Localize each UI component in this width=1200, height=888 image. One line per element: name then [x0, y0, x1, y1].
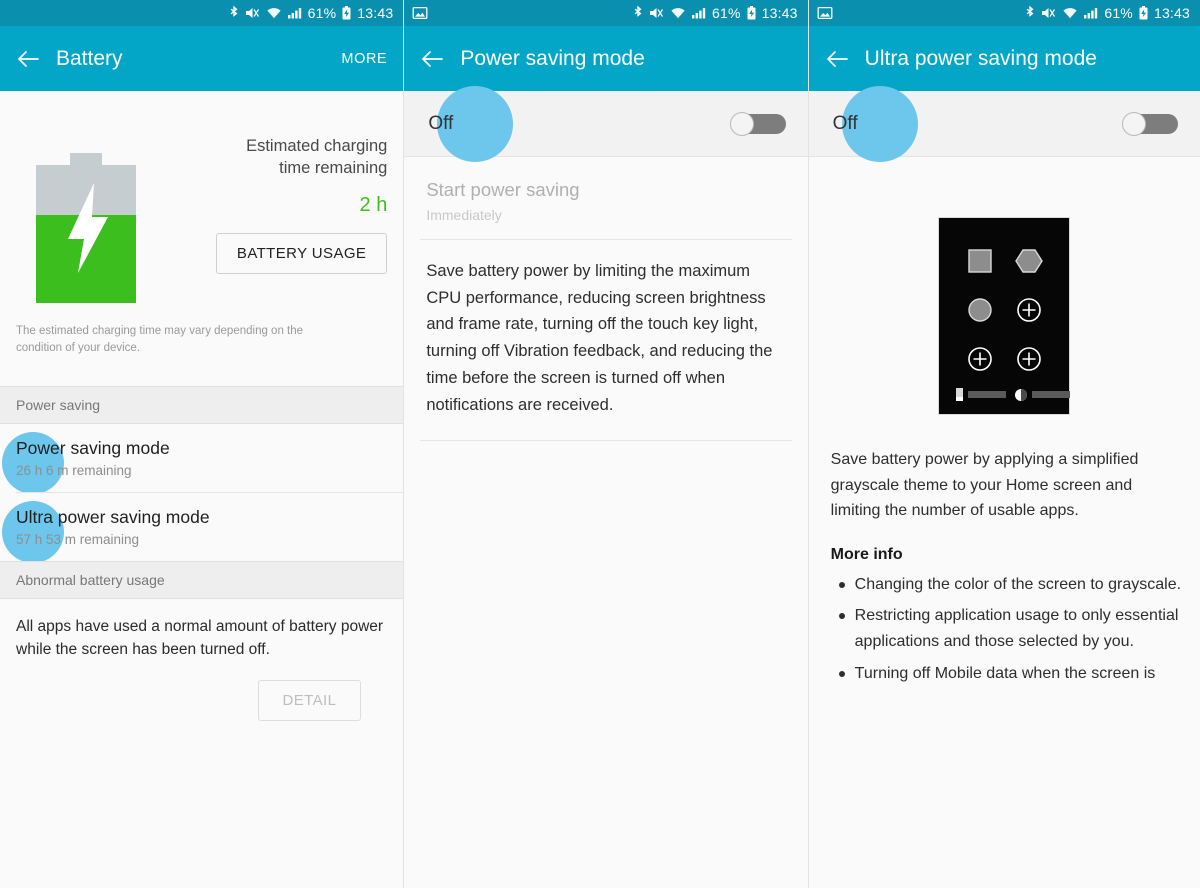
circle-app-icon [968, 297, 992, 322]
battery-percent-label: 61% [1104, 5, 1133, 21]
mute-icon [649, 8, 663, 18]
status-bar-right-icons: 61% 13:43 [1024, 5, 1190, 21]
mockup-pie-icon [1015, 388, 1028, 401]
toggle-state-label: Off [832, 112, 858, 134]
status-bar-left-icons [412, 5, 428, 21]
bluetooth-icon [634, 5, 642, 17]
bluetooth-icon [1026, 5, 1034, 17]
square-app-icon [968, 248, 992, 273]
more-info-heading: More info [830, 545, 903, 563]
battery-charging-icon [1139, 6, 1148, 20]
battery-percent-label: 61% [711, 5, 741, 21]
status-bar-left-icons [817, 5, 833, 21]
power-saving-description: Save battery power by limiting the maxim… [426, 262, 773, 414]
add-app-icon [1017, 346, 1041, 371]
status-bar-panel1: 61% 13:43 [0, 0, 404, 26]
wifi-icon [267, 8, 281, 19]
screen-ultra-power-saving-mode: 61% 13:43 Ultra power saving mode Off Sa… [807, 0, 1200, 888]
battery-icon-wrap [16, 131, 156, 305]
app-bar-panel2: Power saving mode [404, 26, 808, 91]
battery-note-text: The estimated charging time may vary dep… [16, 325, 304, 354]
back-arrow-icon[interactable] [16, 49, 40, 69]
battery-percent-label: 61% [307, 5, 337, 21]
status-bar-right-icons: 61% 13:43 [228, 5, 394, 21]
screen-power-saving-mode: 61% 13:43 Power saving mode Off Start po… [403, 0, 808, 888]
mockup-app-grid [955, 236, 1053, 383]
back-arrow-icon[interactable] [825, 49, 849, 69]
section-header-abnormal-usage: Abnormal battery usage [0, 561, 404, 599]
battery-charging-illustration-icon [36, 153, 136, 303]
power-saving-switch[interactable] [729, 111, 786, 136]
list-item-subtitle: 57 h 53 m remaining [16, 532, 140, 547]
more-info-bullet-list: Changing the color of the screen to gray… [809, 568, 1200, 686]
estimated-time-value: 2 h [359, 193, 388, 216]
mute-icon [1042, 8, 1056, 18]
page-title: Power saving mode [460, 46, 645, 70]
screenshot-icon [817, 6, 833, 20]
power-saving-body: Start power saving Immediately Save batt… [404, 157, 808, 442]
list-item-subtitle: 26 h 6 m remaining [16, 463, 132, 478]
detail-button[interactable]: DETAIL [257, 679, 362, 721]
clock-label: 13:43 [761, 5, 798, 21]
abnormal-usage-text: All apps have used a normal amount of ba… [16, 618, 384, 659]
list-item: Restricting application usage to only es… [838, 603, 1182, 654]
signal-icon [1084, 8, 1098, 19]
estimated-charging-label-line1: Estimated charging [246, 137, 388, 155]
battery-summary-card: Estimated charging time remaining 2 h BA… [0, 91, 404, 386]
bluetooth-icon [230, 5, 238, 17]
back-arrow-icon[interactable] [420, 49, 444, 69]
start-power-saving-title: Start power saving [426, 179, 580, 200]
ultra-power-saving-switch[interactable] [1122, 111, 1178, 136]
switch-knob [729, 111, 754, 136]
mockup-bar [1032, 391, 1071, 398]
list-item-title: Ultra power saving mode [16, 507, 210, 527]
battery-charging-icon [342, 6, 351, 20]
mute-icon [245, 8, 259, 18]
hexagon-app-icon [1014, 248, 1043, 273]
mockup-battery-icon [956, 388, 964, 401]
abnormal-usage-block: All apps have used a normal amount of ba… [0, 599, 404, 721]
status-bar-panel3: 61% 13:43 [808, 0, 1200, 26]
more-button[interactable]: MORE [341, 51, 387, 67]
app-bar-panel1: Battery MORE [0, 26, 404, 91]
signal-icon [691, 8, 706, 19]
list-item-title: Power saving mode [16, 438, 170, 458]
list-item-start-power-saving[interactable]: Start power saving Immediately [404, 157, 807, 239]
mockup-wrap [809, 157, 1200, 443]
list-item-ultra-power-saving-mode[interactable]: Ultra power saving mode 57 h 53 m remain… [0, 493, 404, 561]
screenshot-icon [412, 6, 428, 20]
estimated-charging-label-line2: time remaining [279, 159, 388, 178]
toggle-state-label: Off [428, 112, 454, 134]
app-bar-panel3: Ultra power saving mode [808, 26, 1200, 91]
mockup-status-row [955, 383, 1071, 402]
battery-usage-button[interactable]: BATTERY USAGE [215, 232, 388, 274]
page-title: Ultra power saving mode [864, 46, 1097, 70]
add-app-icon [968, 346, 992, 371]
battery-charging-icon [747, 6, 756, 20]
section-header-power-saving: Power saving [0, 386, 404, 424]
mockup-bar [968, 391, 1007, 398]
screen-battery: 61% 13:43 Battery MORE Estimated chargin… [0, 0, 404, 888]
switch-knob [1122, 111, 1146, 136]
ultra-power-saving-toggle-bar[interactable]: Off [808, 86, 1200, 162]
wifi-icon [1063, 8, 1077, 19]
status-bar-panel2: 61% 13:43 [404, 0, 808, 26]
page-title: Battery [56, 46, 123, 70]
clock-label: 13:43 [357, 5, 394, 21]
list-item: Turning off Mobile data when the screen … [838, 661, 1182, 687]
ultra-power-saving-body: Save battery power by applying a simplif… [808, 157, 1200, 687]
wifi-icon [671, 8, 685, 19]
ultra-power-saving-description: Save battery power by applying a simplif… [830, 451, 1139, 520]
clock-label: 13:43 [1153, 5, 1190, 21]
start-power-saving-value: Immediately [426, 207, 502, 223]
power-saving-toggle-bar[interactable]: Off [404, 86, 808, 162]
add-app-icon [1017, 297, 1041, 322]
signal-icon [287, 8, 301, 19]
list-item: Changing the color of the screen to gray… [838, 572, 1182, 598]
list-item-power-saving-mode[interactable]: Power saving mode 26 h 6 m remaining [0, 424, 404, 492]
screenshot-triptych: 61% 13:43 Battery MORE Estimated chargin… [0, 0, 1200, 888]
status-bar-right-icons: 61% 13:43 [632, 5, 798, 21]
divider [420, 440, 792, 442]
grayscale-home-screen-mockup-icon [938, 217, 1071, 415]
